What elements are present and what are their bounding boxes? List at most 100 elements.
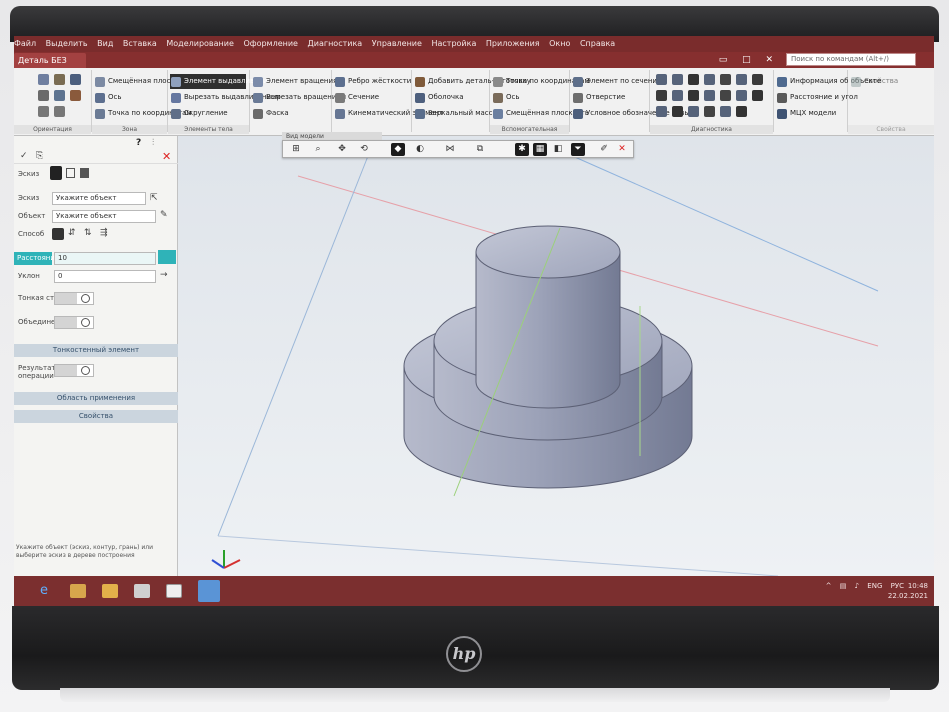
model-viewport[interactable] — [178, 136, 934, 576]
store-icon[interactable] — [70, 584, 86, 598]
tool-icon[interactable] — [752, 74, 763, 85]
result-toggle[interactable] — [54, 364, 94, 377]
ribbon-button-axis[interactable]: Ось — [94, 90, 121, 105]
clock[interactable]: 10:48 22.02.2021 — [888, 581, 928, 601]
orientation-icon[interactable]: ⟲ — [357, 143, 371, 156]
pan-icon[interactable]: ✥ — [335, 143, 349, 156]
sketch-select-icon[interactable]: ⇱ — [150, 193, 158, 203]
menu-insert[interactable]: Вставка — [123, 39, 157, 48]
method-two-way-icon[interactable]: ⇅ — [84, 228, 92, 238]
menu-modeling[interactable]: Моделирование — [166, 39, 234, 48]
ribbon-button-shell[interactable]: Оболочка — [414, 90, 464, 105]
filter-edge-icon[interactable]: ▦ — [533, 143, 547, 156]
tool-icon[interactable] — [720, 106, 731, 117]
pick-color-icon[interactable]: ✐ — [597, 143, 611, 156]
thin-wall-toggle[interactable] — [54, 292, 94, 305]
menu-diagnostics[interactable]: Диагностика — [308, 39, 363, 48]
tray-up-icon[interactable]: ^ — [826, 582, 832, 590]
document-tab[interactable]: Деталь БЕЗ ИМЕНИ × — [14, 53, 86, 80]
perspective-icon[interactable]: ⧉ — [473, 143, 487, 156]
ribbon-button-properties[interactable]: Свойства — [850, 74, 898, 89]
tool-icon[interactable] — [704, 74, 715, 85]
section-view-icon[interactable]: ⋈ — [443, 143, 457, 156]
tool-icon[interactable] — [704, 90, 715, 101]
tool-icon[interactable] — [672, 106, 683, 117]
file-explorer-icon[interactable] — [102, 584, 118, 598]
print-icon[interactable] — [38, 90, 49, 101]
tool-icon[interactable] — [672, 90, 683, 101]
menu-apps[interactable]: Приложения — [486, 39, 540, 48]
tool-icon[interactable] — [736, 90, 747, 101]
top-cylinder-top[interactable] — [475, 225, 621, 279]
pin-icon[interactable]: ⫶ — [152, 138, 154, 148]
filter-vertex-icon[interactable]: ✱ — [515, 143, 529, 156]
surface-mode-icon[interactable] — [66, 168, 75, 178]
kompas-icon[interactable] — [166, 584, 182, 598]
window-controls[interactable]: ▭ □ ✕ — [719, 52, 779, 68]
ribbon-button-axis-2[interactable]: Ось — [492, 90, 519, 105]
tool-icon[interactable] — [656, 74, 667, 85]
active-app-icon[interactable] — [198, 580, 220, 602]
display-mode-icon[interactable]: ◐ — [413, 143, 427, 156]
distance-direction-button[interactable] — [158, 250, 176, 264]
menu-format[interactable]: Оформление — [243, 39, 298, 48]
model-canvas[interactable] — [178, 136, 934, 576]
tool-icon[interactable] — [752, 90, 763, 101]
tool-icon[interactable] — [736, 74, 747, 85]
section-props[interactable]: Свойства — [14, 410, 178, 423]
filter-face-icon[interactable]: ◧ — [551, 143, 565, 156]
ribbon-button-rib[interactable]: Ребро жёсткости — [334, 74, 411, 89]
tool-icon[interactable] — [656, 90, 667, 101]
ribbon-button-mass[interactable]: МЦХ модели — [776, 106, 836, 121]
menu-window[interactable]: Окно — [549, 39, 570, 48]
menu-select[interactable]: Выделить — [46, 39, 88, 48]
ribbon-button-rotate[interactable]: Элемент вращения — [252, 74, 337, 89]
volume-icon[interactable]: ♪ — [855, 582, 859, 590]
method-one-way-icon[interactable] — [52, 228, 64, 240]
menu-view[interactable]: Вид — [97, 39, 113, 48]
section-thin[interactable]: Тонкостенный элемент — [14, 344, 178, 357]
tool-icon[interactable] — [656, 106, 667, 117]
section-scope[interactable]: Область применения — [14, 392, 178, 405]
copy-icon[interactable] — [54, 90, 65, 101]
tool-icon[interactable] — [720, 90, 731, 101]
tool-icon[interactable] — [688, 74, 699, 85]
ribbon-button-mirror[interactable]: Зеркальный массив — [414, 106, 501, 121]
pencil-icon[interactable]: ✎ — [160, 210, 168, 220]
shaded-icon[interactable]: ◆ — [391, 143, 405, 156]
zoom-icon[interactable]: ⌕ — [311, 143, 325, 156]
body-mode-icon[interactable] — [80, 168, 89, 178]
menu-settings[interactable]: Настройка — [431, 39, 476, 48]
merge-toggle[interactable] — [54, 316, 94, 329]
filter-icon[interactable]: ⏷ — [571, 143, 585, 156]
paste-icon[interactable] — [70, 90, 81, 101]
sketch-input[interactable]: Укажите объект — [52, 192, 146, 205]
close-icon[interactable]: ✕ — [162, 150, 171, 163]
menu-help[interactable]: Справка — [580, 39, 615, 48]
command-search-input[interactable]: Поиск по командам (Alt+/) — [786, 53, 916, 66]
ribbon-button-section[interactable]: Сечение — [334, 90, 379, 105]
tool-icon[interactable] — [736, 106, 747, 117]
tool-icon[interactable] — [688, 106, 699, 117]
redo-icon[interactable] — [54, 106, 65, 117]
menu-manage[interactable]: Управление — [372, 39, 422, 48]
menu-file[interactable]: Файл — [14, 39, 36, 48]
mail-icon[interactable] — [134, 584, 150, 598]
tool-icon[interactable] — [688, 90, 699, 101]
zoom-fit-icon[interactable]: ⊞ — [289, 143, 303, 156]
tray-lang[interactable]: ENG — [867, 582, 882, 590]
direction-input[interactable]: Укажите объект — [52, 210, 156, 223]
close-toolbar-icon[interactable]: ✕ — [615, 143, 629, 156]
ribbon-button-chamfer[interactable]: Фаска — [252, 106, 289, 121]
ribbon-button-rounding[interactable]: Скругление — [170, 106, 228, 121]
help-icon[interactable]: ? — [136, 138, 141, 148]
method-through-icon[interactable]: ⇶ — [100, 228, 108, 238]
angle-input[interactable]: 0 — [54, 270, 156, 283]
open-folder-icon[interactable] — [54, 74, 65, 85]
sketch-mode-icon[interactable] — [50, 166, 62, 180]
method-symmetric-icon[interactable]: ⇵ — [68, 228, 76, 238]
tool-icon[interactable] — [720, 74, 731, 85]
ribbon-button-distance[interactable]: Расстояние и угол — [776, 90, 858, 105]
tool-icon[interactable] — [672, 74, 683, 85]
angle-arrow-icon[interactable]: → — [160, 270, 168, 280]
